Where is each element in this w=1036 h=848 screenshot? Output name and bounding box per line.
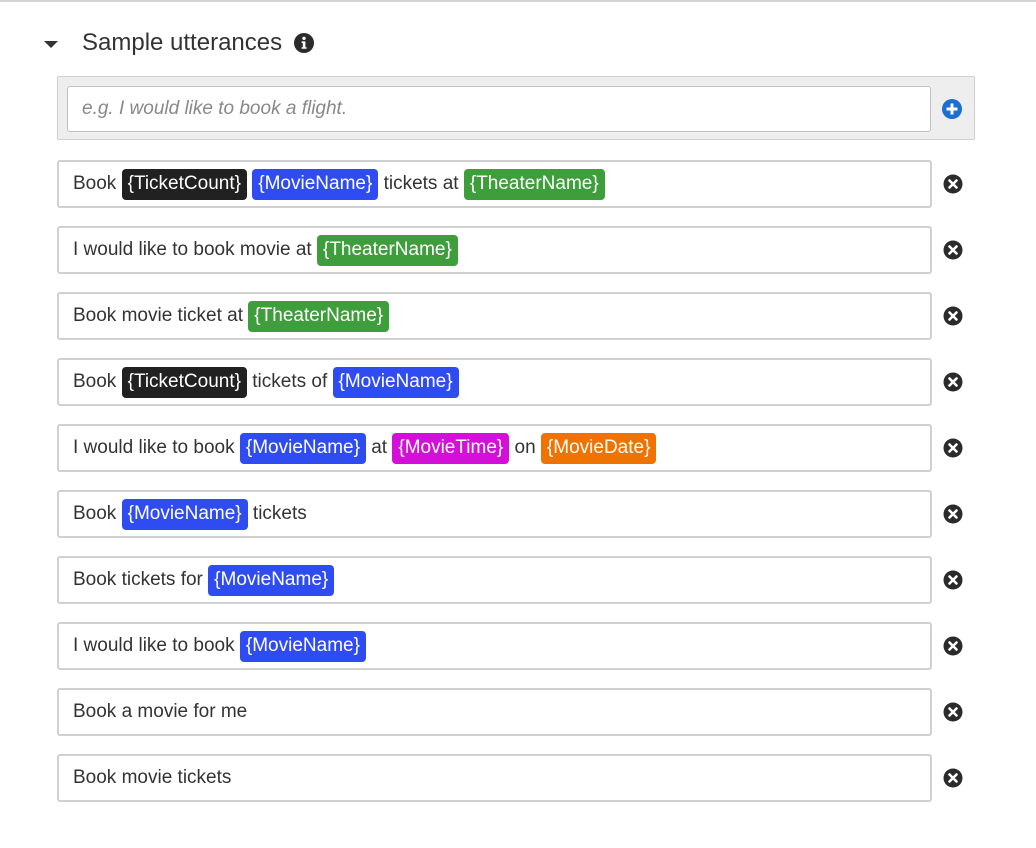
top-divider (0, 0, 1036, 2)
caret-down-icon[interactable] (44, 40, 58, 48)
info-icon[interactable] (294, 33, 315, 53)
section-title[interactable]: Sample utterances (82, 29, 282, 57)
utterance-row: I would like to book movie at {TheaterNa… (57, 226, 1017, 292)
close-circle-icon[interactable] (943, 768, 963, 788)
utterance-row: I would like to book {MovieName} (57, 622, 1017, 688)
close-circle-icon[interactable] (943, 570, 963, 590)
utterance-field[interactable]: I would like to book {MovieName} at {Mov… (57, 424, 932, 472)
slot-chip[interactable]: {MovieName} (121, 498, 248, 530)
utterance-text: Book a movie for me (73, 701, 248, 722)
utterance-row: Book {MovieName} tickets (57, 490, 1017, 556)
slot-chip[interactable]: {MovieTime} (392, 432, 510, 464)
utterance-row: Book a movie for me (57, 688, 1017, 754)
utterance-field[interactable]: I would like to book movie at {TheaterNa… (57, 226, 932, 274)
slot-chip[interactable]: {MovieName} (239, 630, 366, 662)
add-utterance-panel (57, 76, 975, 140)
close-circle-icon[interactable] (943, 504, 963, 524)
utterance-text: I would like to book (73, 635, 240, 656)
slot-chip[interactable]: {TheaterName} (316, 234, 458, 266)
utterance-text: Book tickets for (73, 569, 209, 590)
slot-chip[interactable]: {TheaterName} (463, 168, 605, 200)
close-circle-icon[interactable] (943, 438, 963, 458)
utterance-row: Book movie ticket at {TheaterName} (57, 292, 1017, 358)
close-circle-icon[interactable] (943, 702, 963, 722)
utterance-field[interactable]: Book a movie for me (57, 688, 932, 736)
slot-chip[interactable]: {TheaterName} (248, 300, 390, 332)
utterance-text: Book movie tickets (73, 767, 232, 788)
close-circle-icon[interactable] (943, 306, 963, 326)
slot-chip[interactable]: {MovieName} (239, 432, 366, 464)
utterance-row: I would like to book {MovieName} at {Mov… (57, 424, 1017, 490)
utterance-row: Book tickets for {MovieName} (57, 556, 1017, 622)
close-circle-icon[interactable] (943, 240, 963, 260)
utterance-text: Book (73, 503, 122, 524)
utterance-field[interactable]: Book movie ticket at {TheaterName} (57, 292, 932, 340)
utterance-text: I would like to book (73, 437, 240, 458)
utterance-text: Book movie ticket at (73, 305, 249, 326)
utterance-field[interactable]: Book {MovieName} tickets (57, 490, 932, 538)
utterance-field[interactable]: I would like to book {MovieName} (57, 622, 932, 670)
close-circle-icon[interactable] (943, 174, 963, 194)
slot-chip[interactable]: {MovieName} (208, 564, 335, 596)
plus-circle-icon[interactable] (941, 98, 963, 120)
utterance-text: tickets of (246, 371, 333, 392)
slot-chip[interactable]: {TicketCount} (121, 168, 247, 200)
utterance-field[interactable]: Book tickets for {MovieName} (57, 556, 932, 604)
slot-chip[interactable]: {MovieDate} (540, 432, 657, 464)
utterance-text: Book (73, 371, 122, 392)
slot-chip[interactable]: {MovieName} (332, 366, 459, 398)
utterance-row: Book {TicketCount} tickets of {MovieName… (57, 358, 1017, 424)
utterance-text: Book (73, 173, 122, 194)
utterance-text: tickets (247, 503, 307, 524)
utterance-field[interactable]: Book {TicketCount} tickets of {MovieName… (57, 358, 932, 406)
utterance-field[interactable]: Book {TicketCount} {MovieName} tickets a… (57, 160, 932, 208)
utterance-text: I would like to book movie at (73, 239, 317, 260)
utterance-text: on (509, 437, 541, 458)
slot-chip[interactable]: {MovieName} (252, 168, 379, 200)
slot-chip[interactable]: {TicketCount} (121, 366, 247, 398)
section-header: Sample utterances (44, 28, 315, 58)
utterance-row: Book {TicketCount} {MovieName} tickets a… (57, 160, 1017, 226)
close-circle-icon[interactable] (943, 636, 963, 656)
add-utterance-input[interactable] (67, 86, 931, 132)
close-circle-icon[interactable] (943, 372, 963, 392)
utterance-text: at (365, 437, 393, 458)
utterance-row: Book movie tickets (57, 754, 1017, 820)
utterance-text: tickets at (378, 173, 464, 194)
utterance-list: Book {TicketCount} {MovieName} tickets a… (57, 160, 1017, 820)
utterance-field[interactable]: Book movie tickets (57, 754, 932, 802)
